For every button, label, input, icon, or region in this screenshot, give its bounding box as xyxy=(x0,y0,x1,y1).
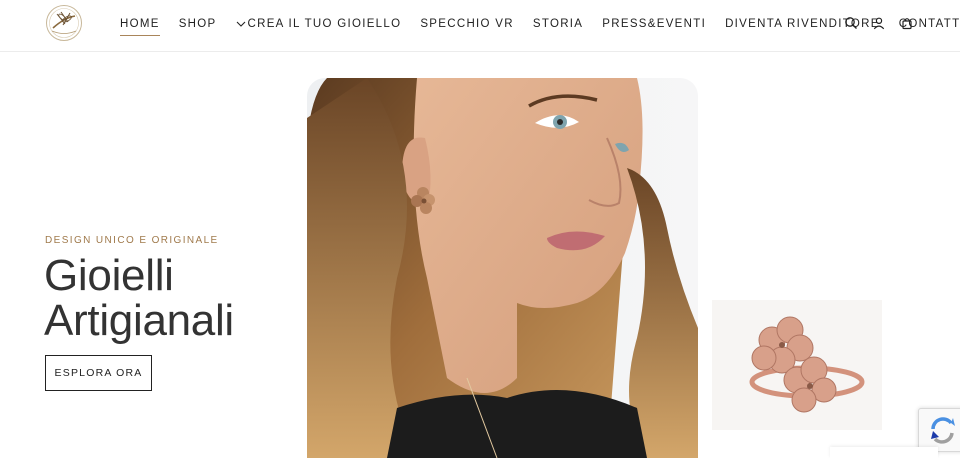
hero-title-line2: Artigianali xyxy=(44,296,234,345)
nav-item-home[interactable]: HOME xyxy=(120,18,160,36)
nav-item-shop[interactable]: SHOP xyxy=(179,18,217,30)
cart-icon[interactable] xyxy=(900,16,914,30)
nav-item-label: CREA IL TUO GIOIELLO xyxy=(247,18,402,30)
recaptcha-badge[interactable] xyxy=(918,408,960,452)
account-icon[interactable] xyxy=(872,16,886,30)
nav-item-crea-il-tuo-gioiello[interactable]: CREA IL TUO GIOIELLO xyxy=(236,18,402,30)
nav-item-specchio-vr[interactable]: SPECCHIO VR xyxy=(420,18,514,30)
search-icon[interactable] xyxy=(844,16,858,30)
main-nav: HOME SHOP CREA IL TUO GIOIELLO SPECCHIO … xyxy=(120,0,960,48)
brand-logo[interactable] xyxy=(45,4,83,42)
header-icons xyxy=(844,16,914,30)
ring-product-photo xyxy=(712,300,882,430)
site-header: HOME SHOP CREA IL TUO GIOIELLO SPECCHIO … xyxy=(0,0,960,52)
nav-item-press-eventi[interactable]: PRESS&EVENTI xyxy=(602,18,706,30)
nav-item-storia[interactable]: STORIA xyxy=(533,18,583,30)
chevron-down-icon xyxy=(236,21,245,27)
explore-button[interactable]: ESPLORA ORA xyxy=(45,355,152,391)
hero-title-line1: Gioielli xyxy=(44,251,174,300)
chat-widget-edge xyxy=(830,447,938,458)
hero-model-photo xyxy=(307,78,698,458)
hero-title: Gioielli Artigianali xyxy=(44,253,234,343)
hero-eyebrow: DESIGN UNICO E ORIGINALE xyxy=(45,235,219,246)
